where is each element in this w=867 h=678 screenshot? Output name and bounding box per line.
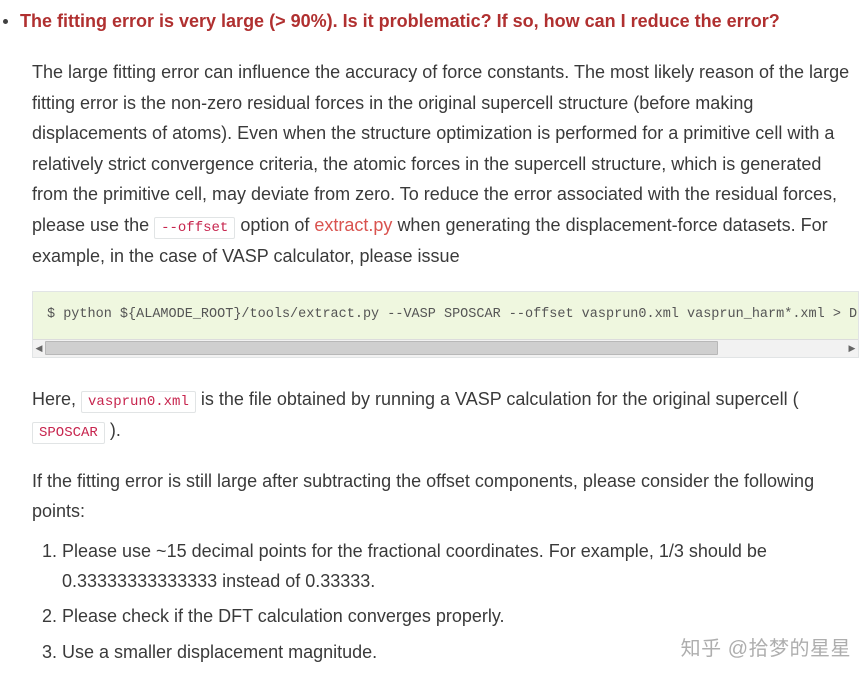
scrollbar-thumb[interactable] (45, 341, 718, 355)
sposcar-code: SPOSCAR (32, 422, 105, 444)
horizontal-scrollbar[interactable]: ◀ ▶ (33, 339, 858, 357)
faq-answer-paragraph-3: If the fitting error is still large afte… (32, 466, 859, 527)
faq-answer-paragraph-1: The large fitting error can influence th… (32, 57, 859, 271)
list-item: Use a smaller displacement magnitude. (62, 638, 859, 668)
scroll-left-arrow-icon[interactable]: ◀ (33, 340, 45, 357)
command-example: $ python ${ALAMODE_ROOT}/tools/extract.p… (33, 292, 858, 339)
text-segment: Here, (32, 389, 81, 409)
faq-heading: The fitting error is very large (> 90%).… (20, 8, 859, 35)
code-block-container: $ python ${ALAMODE_ROOT}/tools/extract.p… (32, 291, 859, 358)
offset-flag-code: --offset (154, 217, 235, 239)
vasprun0-code: vasprun0.xml (81, 391, 196, 413)
text-segment: The large fitting error can influence th… (32, 62, 849, 235)
text-segment: is the file obtained by running a VASP c… (201, 389, 799, 409)
list-item: Please check if the DFT calculation conv… (62, 602, 859, 632)
extract-py-link[interactable]: extract.py (314, 215, 392, 235)
scrollbar-track[interactable] (45, 340, 846, 357)
text-segment: option of (240, 215, 314, 235)
faq-answer-paragraph-2: Here, vasprun0.xml is the file obtained … (32, 384, 859, 446)
scroll-right-arrow-icon[interactable]: ▶ (846, 340, 858, 357)
tips-list: Please use ~15 decimal points for the fr… (32, 537, 859, 668)
list-item: Please use ~15 decimal points for the fr… (62, 537, 859, 596)
text-segment: ). (110, 420, 121, 440)
